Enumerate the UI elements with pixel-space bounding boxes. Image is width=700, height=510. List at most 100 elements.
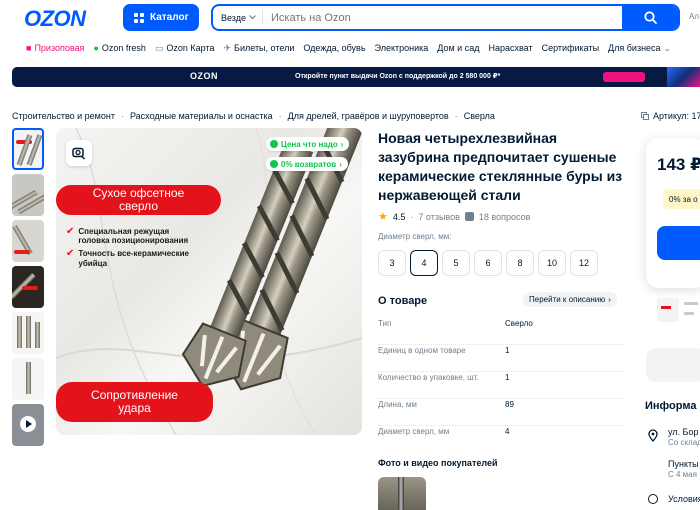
- nav-item-certificates[interactable]: Сертификаты: [542, 41, 599, 55]
- header: OZON Каталог Везде Ал: [0, 0, 700, 36]
- nav-item-electronics[interactable]: Электроника: [375, 41, 429, 55]
- product-image[interactable]: Цена что надо › 0% возвратов › Сухое офсет…: [56, 128, 362, 435]
- thumbnail[interactable]: [12, 220, 44, 262]
- buyer-photo[interactable]: [378, 477, 426, 510]
- spec-value: 1: [505, 346, 510, 355]
- questions-link[interactable]: 18 вопросов: [479, 212, 530, 222]
- top-nav: ■ Призоповая ● Ozon fresh ▭ Ozon Карта ✈ Бил…: [26, 41, 671, 55]
- thumbnail[interactable]: [12, 128, 44, 170]
- diameter-label: Диаметр сверл, мм:: [378, 232, 452, 241]
- catalog-button[interactable]: Каталог: [123, 4, 199, 31]
- play-icon: [20, 416, 36, 432]
- diameter-option[interactable]: 10: [538, 250, 566, 276]
- diameter-option[interactable]: 6: [474, 250, 502, 276]
- grid-icon: [134, 12, 144, 23]
- add-to-cart-button[interactable]: [657, 226, 700, 260]
- promo-banner[interactable]: OZON Откройте пункт выдачи Ozon с поддер…: [12, 67, 700, 87]
- product-rating: ★ 4.5 · 7 отзывов 18 вопросов: [378, 210, 530, 223]
- diameter-option[interactable]: 5: [442, 250, 470, 276]
- bonus-badge[interactable]: 0% за о: [663, 189, 700, 209]
- spec-row: Длина, мм 89: [378, 399, 626, 426]
- diameter-option-selected[interactable]: 4: [410, 250, 438, 276]
- delivery-info-title: Информа: [645, 400, 697, 412]
- copy-icon: [641, 112, 649, 120]
- star-icon: ★: [378, 211, 388, 223]
- pickup-points[interactable]: Пункты С 4 мая: [668, 459, 699, 479]
- spec-value: 4: [505, 427, 510, 436]
- placeholder-line: [684, 312, 694, 315]
- check-icon: ✔: [66, 226, 75, 237]
- chevron-right-icon: ›: [339, 159, 342, 169]
- article-number[interactable]: Артикул: 17: [641, 111, 700, 121]
- ozon-logo[interactable]: OZON: [24, 6, 86, 32]
- nav-item-tickets[interactable]: ✈ Билеты, отели: [224, 41, 295, 55]
- image-search-icon[interactable]: [66, 140, 92, 166]
- diameter-options: 3 4 5 6 8 10 12: [378, 250, 598, 276]
- diameter-option[interactable]: 8: [506, 250, 534, 276]
- feature-text: Точность все-керамические убийца: [78, 249, 189, 268]
- search-input[interactable]: [263, 6, 622, 29]
- badge-returns[interactable]: 0% возвратов ›: [266, 157, 348, 171]
- breadcrumb-separator: ·: [120, 111, 124, 121]
- seller-thumbnail[interactable]: [657, 298, 679, 322]
- banner-decoration: [667, 67, 700, 87]
- breadcrumb-item[interactable]: Сверла: [464, 111, 495, 121]
- card-icon: ▭: [154, 42, 164, 53]
- article-label: Артикул: 17: [653, 111, 700, 121]
- specs-table: Тип Сверло Единиц в одном товаре 1 Количес…: [378, 318, 626, 453]
- nav-item-card[interactable]: ▭ Ozon Карта: [155, 41, 215, 55]
- check-icon: ✔: [66, 248, 75, 260]
- breadcrumb-item[interactable]: Расходные материалы и оснастка: [130, 111, 273, 121]
- banner-button[interactable]: [603, 72, 645, 82]
- thumbnail[interactable]: [12, 312, 44, 354]
- nav-item-clothes[interactable]: Одежда, обувь: [303, 41, 365, 55]
- breadcrumb-item[interactable]: Для дрелей, гравёров и шуруповертов: [288, 111, 449, 121]
- diameter-option[interactable]: 12: [570, 250, 598, 276]
- spec-key: Тип: [378, 319, 392, 328]
- breadcrumb-separator: ·: [278, 111, 282, 121]
- delivery-conditions[interactable]: Условия: [668, 494, 700, 504]
- search-scope-label: Везде: [221, 12, 246, 23]
- chevron-right-icon: ›: [608, 295, 611, 304]
- go-to-description-button[interactable]: Перейти к описанию ›: [523, 292, 617, 307]
- spec-key: Количество в упаковке, шт.: [378, 373, 479, 382]
- camera-search-icon: [72, 147, 86, 160]
- rating-value[interactable]: 4.5: [393, 212, 406, 222]
- search-scope-select[interactable]: Везде: [213, 10, 263, 25]
- chevron-down-icon: [249, 15, 256, 20]
- nav-item-business[interactable]: Для бизнеса ⌄: [608, 41, 671, 55]
- spec-key: Диаметр сверл, мм: [378, 427, 450, 436]
- plane-icon: ✈: [223, 42, 232, 53]
- badge-good-price[interactable]: Цена что надо ›: [266, 137, 350, 151]
- breadcrumb-item[interactable]: Строительство и ремонт: [12, 111, 115, 121]
- nav-item-hot[interactable]: Нарасхват: [488, 41, 532, 55]
- diameter-option[interactable]: 3: [378, 250, 406, 276]
- spec-key: Единиц в одном товаре: [378, 346, 466, 355]
- badge-label: Цена что надо: [281, 139, 338, 149]
- catalog-label: Каталог: [150, 12, 189, 23]
- thumbnail[interactable]: [12, 358, 44, 400]
- nav-label: Нарасхват: [488, 43, 533, 53]
- thumbs-up-icon: [270, 140, 278, 148]
- breadcrumb-separator: ·: [454, 111, 458, 121]
- nav-label: Одежда, обувь: [303, 43, 366, 53]
- about-title: О товаре: [378, 295, 428, 307]
- nav-item-prize[interactable]: ■ Призоповая: [26, 41, 84, 55]
- delivery-address[interactable]: ул. Бор Со склад: [668, 427, 700, 447]
- header-right-item[interactable]: Ал: [689, 12, 699, 21]
- nav-label: Ozon Карта: [166, 43, 215, 53]
- secondary-button[interactable]: [646, 348, 700, 382]
- search-icon: [643, 11, 657, 24]
- reviews-link[interactable]: 7 отзывов: [418, 212, 460, 222]
- nav-item-home[interactable]: Дом и сад: [437, 41, 479, 55]
- nav-item-fresh[interactable]: ● Ozon fresh: [93, 41, 145, 55]
- thumbnail[interactable]: [12, 174, 44, 216]
- video-thumbnail[interactable]: [12, 404, 44, 446]
- return-icon: [270, 160, 278, 168]
- thumbnail[interactable]: [12, 266, 44, 308]
- nav-label: Дом и сад: [437, 43, 480, 53]
- rating-separator: ·: [410, 211, 414, 222]
- spec-value: Сверло: [505, 319, 533, 328]
- gift-icon: ■: [26, 43, 32, 53]
- search-button[interactable]: [622, 6, 678, 29]
